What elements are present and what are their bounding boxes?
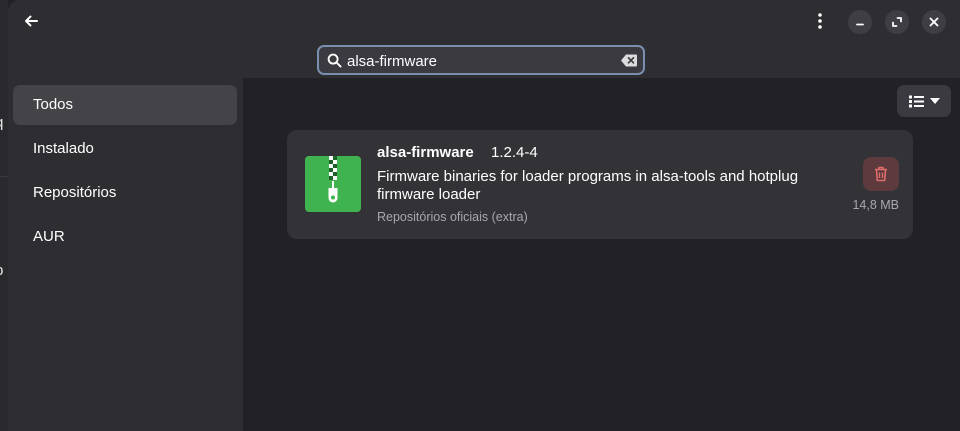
minimize-icon [856, 23, 864, 26]
package-source: Repositórios oficiais (extra) [377, 210, 528, 224]
search-input[interactable] [347, 51, 609, 71]
close-icon [929, 17, 939, 27]
package-version: 1.2.4-4 [491, 144, 538, 161]
list-view-icon [908, 95, 924, 107]
package-size: 14,8 MB [852, 198, 899, 212]
clear-search-button[interactable] [621, 54, 637, 72]
sidebar: Todos Instalado Repositórios AUR [8, 78, 243, 431]
archive-zip-icon [305, 156, 361, 212]
zipper-graphic [328, 156, 338, 203]
app-window: Todos Instalado Repositórios AUR [8, 0, 960, 431]
background-text-fragment: b [0, 262, 3, 279]
maximize-button[interactable] [885, 10, 909, 34]
search-icon [327, 53, 342, 68]
background-text-fragment: q [0, 114, 3, 131]
view-mode-dropdown[interactable] [897, 85, 951, 117]
package-description: Firmware binaries for loader programs in… [377, 168, 799, 203]
chevron-down-icon [929, 98, 940, 104]
header-bar [8, 0, 960, 78]
package-result-card[interactable]: alsa-firmware 1.2.4-4 Firmware binaries … [287, 130, 913, 239]
package-name: alsa-firmware [377, 144, 474, 161]
arrow-left-icon [25, 15, 38, 27]
remove-package-button[interactable] [863, 157, 899, 191]
clear-text-icon [621, 54, 637, 67]
sidebar-item-todos[interactable]: Todos [13, 85, 237, 125]
search-field[interactable] [317, 45, 645, 75]
maximize-icon [892, 17, 902, 27]
sidebar-item-repositorios[interactable]: Repositórios [13, 173, 237, 213]
background-divider [0, 176, 8, 177]
sidebar-item-aur[interactable]: AUR [13, 217, 237, 257]
kebab-menu-icon [818, 13, 822, 29]
minimize-button[interactable] [848, 10, 872, 34]
back-button[interactable] [18, 8, 44, 34]
sidebar-item-instalado[interactable]: Instalado [13, 129, 237, 169]
trash-icon [875, 166, 887, 182]
main-menu-button[interactable] [808, 8, 832, 34]
background-window: q b [0, 0, 8, 431]
close-button[interactable] [922, 10, 946, 34]
